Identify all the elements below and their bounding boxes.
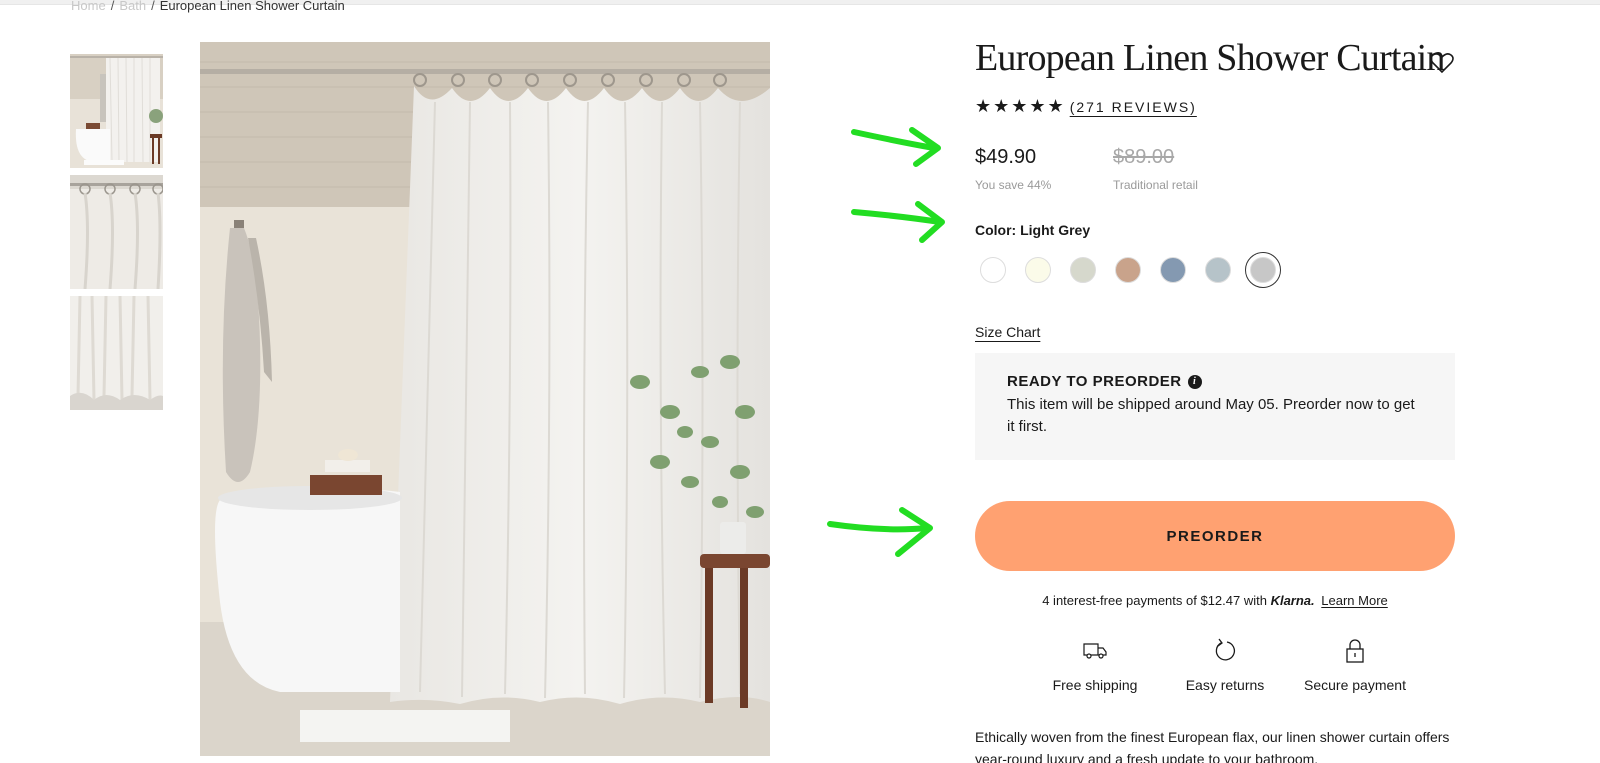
color-swatch-dot (1025, 257, 1051, 283)
color-swatch-dot (1115, 257, 1141, 283)
thumbnail-hem-detail[interactable] (70, 296, 163, 410)
feature-label: Secure payment (1304, 677, 1406, 693)
klarna-learn-more-link[interactable]: Learn More (1321, 593, 1387, 608)
thumbnail-full-view[interactable] (70, 54, 163, 168)
color-swatches (975, 252, 1290, 288)
color-swatch-dot (1250, 257, 1276, 283)
product-description: Ethically woven from the finest European… (975, 729, 1450, 763)
truck-icon (1030, 637, 1160, 665)
thumbnail-list (70, 54, 163, 417)
breadcrumb-separator: / (151, 0, 155, 13)
product-title: European Linen Shower Curtain (975, 37, 1445, 79)
feature-easy-returns: Easy returns (1160, 637, 1290, 693)
color-swatch-sage[interactable] (1065, 252, 1101, 288)
color-swatch-light-grey[interactable] (1245, 252, 1281, 288)
star-rating-icon: ★★★★★ (975, 96, 1066, 116)
breadcrumb: Home / Bath / European Linen Shower Curtain (71, 0, 345, 13)
reviews-link-wrapper: (271 REVIEWS) (1070, 99, 1197, 115)
lock-icon (1290, 637, 1420, 665)
color-swatch-cream[interactable] (1020, 252, 1056, 288)
annotation-arrow-preorder (826, 504, 938, 566)
color-swatch-white[interactable] (975, 252, 1011, 288)
feature-label: Easy returns (1185, 677, 1265, 693)
breadcrumb-current: European Linen Shower Curtain (159, 0, 345, 13)
rating-row: ★★★★★ (271 REVIEWS) (975, 96, 1197, 117)
color-swatch-dot (980, 257, 1006, 283)
feature-label: Free shipping (1052, 677, 1138, 693)
info-icon[interactable]: i (1187, 374, 1202, 389)
color-swatch-mist[interactable] (1200, 252, 1236, 288)
return-icon (1160, 637, 1290, 665)
klarna-text: 4 interest-free payments of $12.47 with (1042, 593, 1267, 608)
klarna-logo: Klarna. (1270, 593, 1315, 608)
annotation-arrow-color (850, 198, 950, 246)
color-swatch-blue[interactable] (1155, 252, 1191, 288)
klarna-payment-info: 4 interest-free payments of $12.47 with … (975, 593, 1455, 608)
size-chart-link[interactable]: Size Chart (975, 324, 1040, 340)
feature-list: Free shipping Easy returns Secure paymen… (1030, 637, 1420, 693)
heart-icon[interactable] (1430, 52, 1454, 74)
retail-price: $89.00 (1113, 146, 1175, 168)
sale-price: $49.90 (975, 146, 1037, 168)
main-product-image[interactable] (200, 42, 770, 756)
preorder-notice: READY TO PREORDER i This item will be sh… (975, 353, 1455, 460)
preorder-notice-heading: READY TO PREORDER (1007, 373, 1182, 390)
feature-free-shipping: Free shipping (1030, 637, 1160, 693)
preorder-button[interactable]: PREORDER (975, 501, 1455, 571)
preorder-notice-text: This item will be shipped around May 05.… (1007, 396, 1415, 435)
retail-price-label: Traditional retail (1113, 178, 1198, 192)
thumbnail-rings-detail[interactable] (70, 175, 163, 289)
breadcrumb-separator: / (110, 0, 115, 13)
color-label: Color: Light Grey (975, 222, 1091, 238)
preorder-notice-heading-row: READY TO PREORDER i (1007, 373, 1423, 390)
color-swatch-dot (1205, 257, 1231, 283)
breadcrumb-home[interactable]: Home (71, 0, 106, 13)
annotation-arrow-price (850, 124, 945, 170)
feature-secure-payment: Secure payment (1290, 637, 1420, 693)
breadcrumb-bath[interactable]: Bath (119, 0, 146, 13)
color-swatch-dot (1070, 257, 1096, 283)
color-swatch-dot (1160, 257, 1186, 283)
color-swatch-tan[interactable] (1110, 252, 1146, 288)
savings-text: You save 44% (975, 178, 1052, 192)
reviews-link[interactable]: (271 REVIEWS) (1070, 99, 1197, 115)
